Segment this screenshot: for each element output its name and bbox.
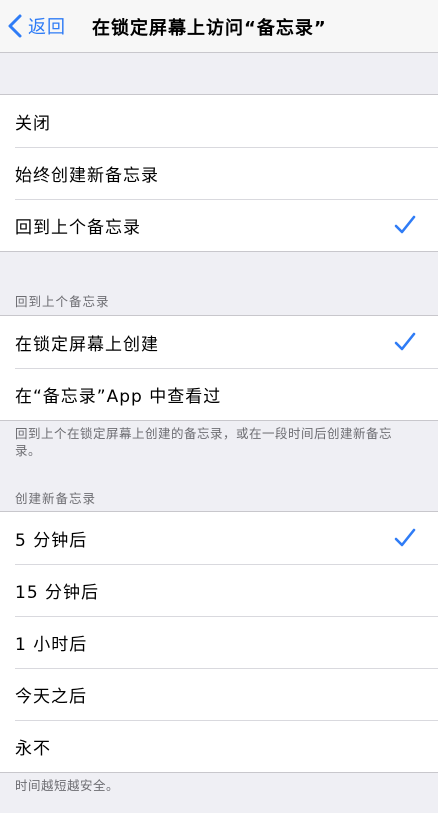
option-label: 在“备忘录”App 中查看过 (15, 386, 222, 407)
option-after-1-hour[interactable]: 1 小时后 (0, 616, 438, 668)
create-options-group: 5 分钟后 15 分钟后 1 小时后 今天之后 永不 (0, 511, 438, 773)
access-options-group: 关闭 始终创建新备忘录 回到上个备忘录 (0, 94, 438, 252)
option-after-5-minutes[interactable]: 5 分钟后 (0, 512, 438, 564)
option-label: 在锁定屏幕上创建 (15, 334, 159, 355)
option-label: 15 分钟后 (15, 582, 100, 603)
checkmark-icon (394, 332, 416, 351)
back-button[interactable]: 返回 (6, 8, 66, 44)
option-resume-last-note[interactable]: 回到上个备忘录 (0, 199, 438, 251)
option-after-15-minutes[interactable]: 15 分钟后 (0, 564, 438, 616)
option-label: 关闭 (15, 113, 51, 134)
option-off[interactable]: 关闭 (0, 95, 438, 147)
checkmark-icon (394, 215, 416, 234)
option-label: 1 小时后 (15, 634, 88, 655)
option-created-on-lock-screen[interactable]: 在锁定屏幕上创建 (0, 316, 438, 368)
option-label: 今天之后 (15, 686, 87, 707)
option-label: 永不 (15, 738, 51, 759)
option-label: 回到上个备忘录 (15, 217, 141, 238)
navigation-bar: 返回 在锁定屏幕上访问“备忘录” (0, 0, 438, 53)
page-title: 在锁定屏幕上访问“备忘录” (92, 18, 327, 39)
option-never[interactable]: 永不 (0, 720, 438, 772)
option-always-new-note[interactable]: 始终创建新备忘录 (0, 147, 438, 199)
resume-options-group: 在锁定屏幕上创建 在“备忘录”App 中查看过 (0, 315, 438, 421)
option-label: 5 分钟后 (15, 530, 88, 551)
section-footer-resume: 回到上个在锁定屏幕上创建的备忘录，或在一段时间后创建新备忘录。 (15, 426, 393, 458)
checkmark-icon (394, 528, 416, 547)
option-after-today[interactable]: 今天之后 (0, 668, 438, 720)
option-label: 始终创建新备忘录 (15, 165, 159, 186)
section-footer-create: 时间越短越安全。 (15, 778, 120, 793)
section-header-resume: 回到上个备忘录 (15, 294, 110, 309)
back-label: 返回 (28, 17, 66, 38)
chevron-left-icon (8, 14, 22, 38)
option-viewed-in-notes-app[interactable]: 在“备忘录”App 中查看过 (0, 368, 438, 420)
section-header-create: 创建新备忘录 (15, 491, 97, 506)
